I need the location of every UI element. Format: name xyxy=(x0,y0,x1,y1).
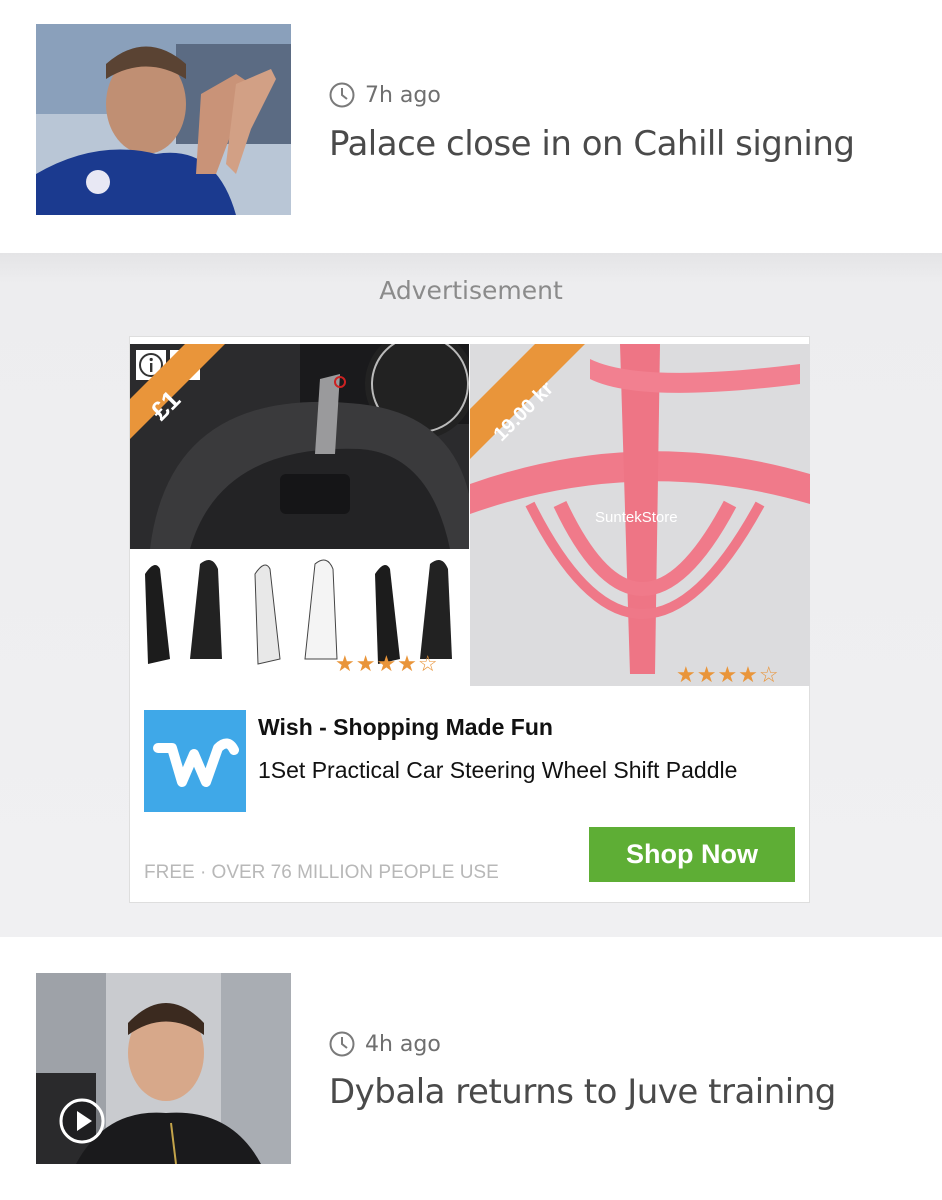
ad-image-product[interactable]: SuntekStore 19.00 kr ★★★★☆ xyxy=(470,344,810,686)
article-card[interactable]: 4h ago Dybala returns to Juve training xyxy=(0,937,942,1200)
price-tag-right: 19.00 kr xyxy=(470,344,585,459)
rating-stars-left: ★★★★☆ xyxy=(335,651,439,676)
clock-icon xyxy=(329,1031,355,1057)
ad-image-paddles[interactable]: ★★★★☆ xyxy=(130,549,469,686)
advertisement-label: Advertisement xyxy=(379,276,563,305)
shop-now-button[interactable]: Shop Now xyxy=(589,827,795,882)
rating-stars-right: ★★★★☆ xyxy=(676,662,780,686)
ad-image-steering-wheel[interactable]: £1 xyxy=(130,344,469,549)
article-card[interactable]: 7h ago Palace close in on Cahill signing xyxy=(0,0,942,253)
price-tag-left: £1 xyxy=(130,344,225,439)
wish-logo-icon xyxy=(153,738,239,787)
play-video-icon[interactable] xyxy=(58,1097,106,1145)
ad-footer-note: FREE · OVER 76 MILLION PEOPLE USE xyxy=(144,862,499,883)
article-timestamp: 4h ago xyxy=(329,1031,441,1057)
ad-card[interactable]: £1 ★★★★☆ SuntekStore 19.00 kr ★★★★☆ Wish… xyxy=(129,336,810,903)
timestamp-text: 4h ago xyxy=(365,1031,441,1057)
timestamp-text: 7h ago xyxy=(365,82,441,108)
player-photo xyxy=(36,24,291,215)
wish-logo[interactable] xyxy=(144,710,246,812)
article-headline[interactable]: Palace close in on Cahill signing xyxy=(329,124,855,164)
clock-icon xyxy=(329,82,355,108)
image-watermark: SuntekStore xyxy=(595,509,678,526)
article-headline[interactable]: Dybala returns to Juve training xyxy=(329,1072,836,1112)
article-thumbnail[interactable] xyxy=(36,973,291,1164)
article-timestamp: 7h ago xyxy=(329,82,441,108)
advertiser-name[interactable]: Wish - Shopping Made Fun xyxy=(258,714,553,741)
product-title[interactable]: 1Set Practical Car Steering Wheel Shift … xyxy=(258,757,737,784)
article-thumbnail[interactable] xyxy=(36,24,291,215)
